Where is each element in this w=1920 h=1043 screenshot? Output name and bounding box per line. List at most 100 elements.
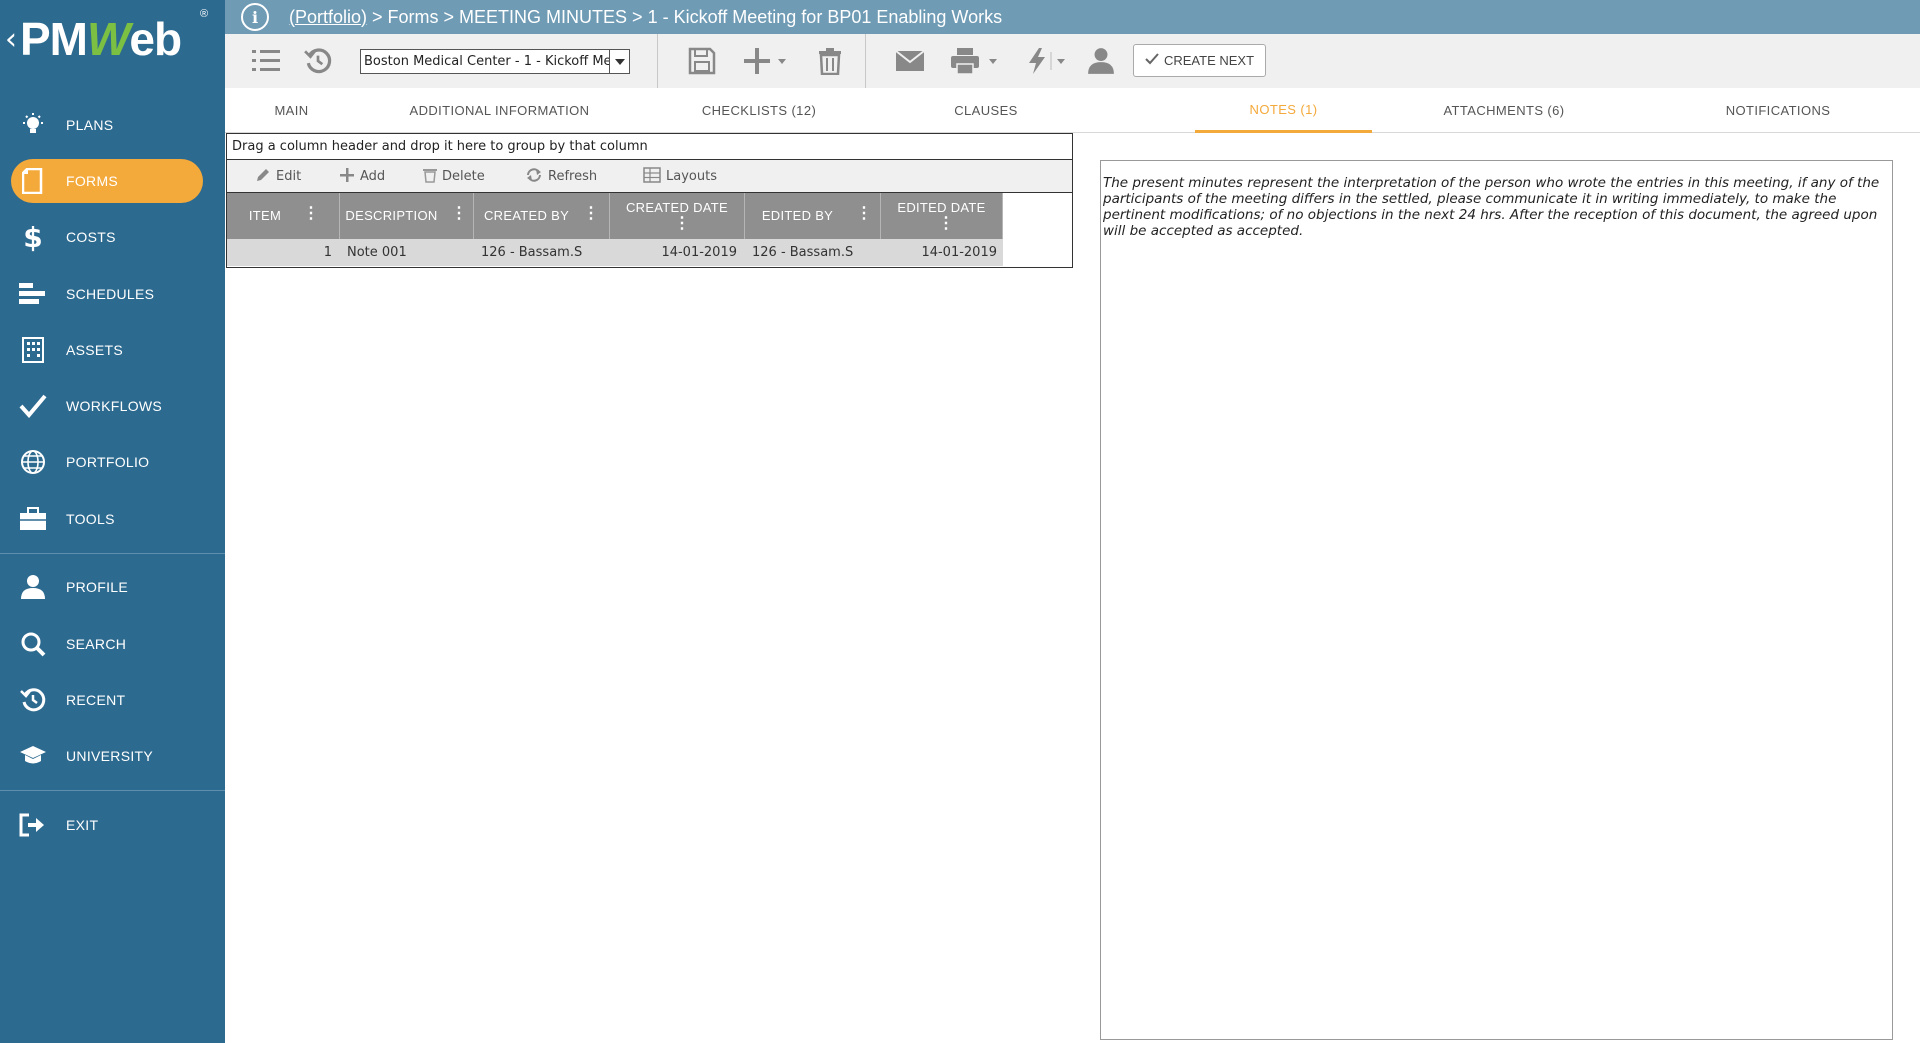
briefcase-icon [0,507,66,531]
table-icon [643,166,661,187]
tab-notifications[interactable]: NOTIFICATIONS [1636,88,1920,133]
breadcrumb-portfolio-link[interactable]: (Portfolio) [289,7,367,27]
dollar-icon: $ [23,220,43,254]
sidebar-item-plans[interactable]: PLANS [0,102,225,148]
tab-main[interactable]: MAIN [225,88,358,133]
sidebar-item-forms[interactable]: FORMS [0,158,225,204]
column-menu-icon[interactable]: ⋮ [856,206,872,222]
sidebar-item-label: SCHEDULES [66,286,155,302]
column-header-description[interactable]: DESCRIPTION ⋮ [340,193,474,239]
refresh-button[interactable]: Refresh [525,160,597,193]
cell-edited-by: 126 - Bassam.S [745,239,881,266]
cell-created-by: 126 - Bassam.S [474,239,610,266]
lightning-icon[interactable] [1023,44,1073,78]
registered-mark: ® [200,8,209,20]
lightbulb-icon [0,112,66,138]
graduation-cap-icon [0,745,66,767]
layouts-label: Layouts [666,169,717,184]
pmweb-logo[interactable]: ‹ PMWeb ® [0,0,225,90]
tab-clauses[interactable]: CLAUSES [877,88,1095,133]
globe-icon [0,449,66,475]
add-label: Add [360,169,386,184]
sidebar-item-assets[interactable]: ASSETS [0,327,225,373]
sidebar-item-costs[interactable]: $ COSTS [0,214,225,260]
refresh-label: Refresh [548,169,598,184]
grid-toolbar: Edit Add Delete Refresh Layouts [227,160,1072,193]
sidebar-item-label: FORMS [66,173,119,189]
layouts-button[interactable]: Layouts [643,160,717,193]
trash-icon [423,167,437,187]
tab-attachments[interactable]: ATTACHMENTS (6) [1372,88,1636,133]
sidebar-item-label: EXIT [66,817,99,833]
sidebar-item-search[interactable]: SEARCH [0,621,225,667]
record-select[interactable]: Boston Medical Center - 1 - Kickoff Meet… [360,49,630,74]
sidebar-item-exit[interactable]: EXIT [0,802,225,848]
cell-item: 1 [227,239,340,266]
column-menu-icon[interactable]: ⋮ [674,216,690,232]
column-header-created-date[interactable]: CREATED DATE ⋮ [610,193,745,239]
history-icon[interactable] [302,44,334,78]
column-header-item[interactable]: ITEM ⋮ [227,193,340,239]
building-icon [0,337,66,363]
sidebar-item-portfolio[interactable]: PORTFOLIO [0,439,225,485]
email-icon[interactable] [893,44,927,78]
add-icon[interactable] [740,44,792,78]
print-icon[interactable] [947,44,1003,78]
group-by-drop-zone[interactable]: Drag a column header and drop it here to… [227,134,1072,160]
gantt-icon [0,282,66,306]
notes-grid: Drag a column header and drop it here to… [226,133,1073,268]
column-menu-icon[interactable]: ⋮ [451,206,467,222]
sidebar-item-schedules[interactable]: SCHEDULES [0,271,225,317]
tab-checklists[interactable]: CHECKLISTS (12) [641,88,877,133]
tab-notes[interactable]: NOTES (1) [1195,88,1372,133]
note-content-panel[interactable]: The present minutes represent the interp… [1100,160,1893,1040]
tab-additional-information[interactable]: ADDITIONAL INFORMATION [358,88,641,133]
sidebar-item-recent[interactable]: RECENT [0,677,225,723]
trash-icon[interactable] [815,44,845,78]
sidebar-item-label: SEARCH [66,636,127,652]
toolbar-divider [657,34,658,88]
create-next-button[interactable]: CREATE NEXT [1133,44,1266,77]
sidebar-item-label: TOOLS [66,511,115,527]
refresh-icon [525,167,543,187]
edit-button[interactable]: Edit [255,160,301,193]
column-menu-icon[interactable]: ⋮ [303,206,319,222]
sidebar-item-workflows[interactable]: WORKFLOWS [0,383,225,429]
user-icon[interactable] [1085,44,1117,78]
cell-created-date: 14-01-2019 [610,239,745,266]
create-next-label: CREATE NEXT [1163,53,1255,68]
chevron-down-icon[interactable] [609,50,629,73]
column-header-edited-by[interactable]: EDITED BY ⋮ [745,193,881,239]
sidebar-item-label: COSTS [66,229,116,245]
document-icon [0,168,66,194]
delete-button[interactable]: Delete [423,160,485,193]
back-chevron-icon[interactable]: ‹ [5,22,17,57]
sidebar-item-label: PROFILE [66,579,129,595]
list-icon[interactable] [250,44,282,78]
note-text: The present minutes represent the interp… [1103,175,1880,239]
column-menu-icon[interactable]: ⋮ [938,216,954,232]
pencil-icon [255,167,271,187]
sidebar-item-label: PORTFOLIO [66,454,150,470]
plus-icon [339,167,355,187]
save-icon[interactable] [685,44,719,78]
breadcrumb-path: > Forms > MEETING MINUTES > 1 - Kickoff … [367,6,1003,27]
info-icon[interactable]: i [241,3,269,31]
sidebar-item-label: PLANS [66,117,114,133]
edit-label: Edit [276,169,302,184]
sidebar-divider [0,790,225,791]
grid-header: ITEM ⋮ DESCRIPTION ⋮ CREATED BY ⋮ CREATE… [227,193,1072,239]
delete-label: Delete [442,169,485,184]
cell-description: Note 001 [340,239,474,266]
sidebar-item-university[interactable]: UNIVERSITY [0,733,225,779]
column-header-edited-date[interactable]: EDITED DATE ⋮ [881,193,1003,239]
add-button[interactable]: Add [339,160,385,193]
sidebar-item-tools[interactable]: TOOLS [0,496,225,542]
column-menu-icon[interactable]: ⋮ [583,206,599,222]
tab-bar: MAIN ADDITIONAL INFORMATION CHECKLISTS (… [225,88,1920,133]
column-header-created-by[interactable]: CREATED BY ⋮ [474,193,610,239]
sidebar-item-label: ASSETS [66,342,124,358]
sidebar-item-profile[interactable]: PROFILE [0,564,225,610]
sidebar-item-label: WORKFLOWS [66,398,163,414]
table-row[interactable]: 1 Note 001 126 - Bassam.S 14-01-2019 126… [227,239,1072,266]
